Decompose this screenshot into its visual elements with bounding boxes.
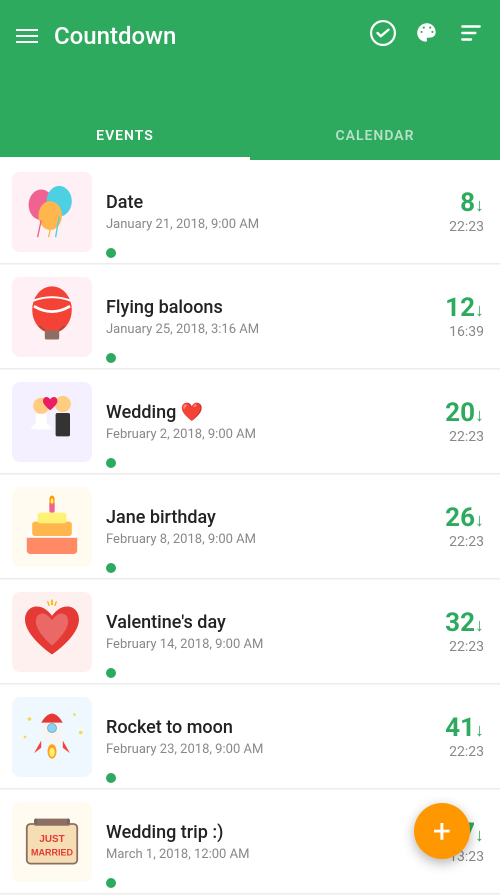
event-dot xyxy=(106,248,116,258)
countdown-time: 22:23 xyxy=(449,534,484,550)
event-info: Rocket to moon February 23, 2018, 9:00 A… xyxy=(106,717,414,757)
svg-text:MARRIED: MARRIED xyxy=(31,848,73,858)
hamburger-menu-icon[interactable] xyxy=(16,29,38,43)
event-dot xyxy=(106,458,116,468)
countdown-time: 22:23 xyxy=(449,219,484,235)
list-item[interactable]: Rocket to moon February 23, 2018, 9:00 A… xyxy=(0,685,500,789)
event-name: Wedding trip :) xyxy=(106,822,414,843)
event-dot xyxy=(106,353,116,363)
event-name: Jane birthday xyxy=(106,507,414,528)
event-thumbnail: JUST MARRIED xyxy=(12,802,92,882)
event-date: February 8, 2018, 9:00 AM xyxy=(106,532,414,547)
event-thumbnail xyxy=(12,277,92,357)
countdown-days: 8↓ xyxy=(460,189,484,218)
event-thumbnail xyxy=(12,382,92,462)
event-thumbnail xyxy=(12,487,92,567)
event-countdown: 8↓ 22:23 xyxy=(414,189,484,236)
event-date: February 14, 2018, 9:00 AM xyxy=(106,637,414,652)
event-countdown: 20↓ 22:23 xyxy=(414,399,484,446)
countdown-time: 16:39 xyxy=(449,324,484,340)
event-date: January 25, 2018, 3:16 AM xyxy=(106,322,414,337)
countdown-days: 26↓ xyxy=(445,504,484,533)
event-name: Rocket to moon xyxy=(106,717,414,738)
countdown-days: 41↓ xyxy=(445,714,484,743)
event-dot xyxy=(106,878,116,888)
event-dot xyxy=(106,773,116,783)
event-thumbnail xyxy=(12,172,92,252)
event-countdown: 12↓ 16:39 xyxy=(414,294,484,341)
event-name: Wedding ❤️ xyxy=(106,402,414,423)
list-item[interactable]: Jane birthday February 8, 2018, 9:00 AM … xyxy=(0,475,500,579)
countdown-time: 22:23 xyxy=(449,429,484,445)
check-icon[interactable] xyxy=(370,20,396,52)
event-info: Wedding ❤️ February 2, 2018, 9:00 AM xyxy=(106,402,414,442)
event-info: Jane birthday February 8, 2018, 9:00 AM xyxy=(106,507,414,547)
list-item[interactable]: Flying baloons January 25, 2018, 3:16 AM… xyxy=(0,265,500,369)
header-actions xyxy=(370,20,484,52)
tab-calendar[interactable]: CALENDAR xyxy=(250,112,500,160)
event-info: Wedding trip :) March 1, 2018, 12:00 AM xyxy=(106,822,414,862)
event-name: Date xyxy=(106,192,414,213)
countdown-time: 22:23 xyxy=(449,744,484,760)
event-list: Date January 21, 2018, 9:00 AM 8↓ 22:23 … xyxy=(0,160,500,894)
countdown-days: 32↓ xyxy=(445,609,484,638)
list-item[interactable]: Valentine's day February 14, 2018, 9:00 … xyxy=(0,580,500,684)
tab-events[interactable]: EVENTS xyxy=(0,112,250,160)
event-date: January 21, 2018, 9:00 AM xyxy=(106,217,414,232)
event-info: Valentine's day February 14, 2018, 9:00 … xyxy=(106,612,414,652)
event-name: Flying baloons xyxy=(106,297,414,318)
event-dot xyxy=(106,668,116,678)
tab-bar: EVENTS CALENDAR xyxy=(0,112,500,160)
countdown-days: 12↓ xyxy=(445,294,484,323)
app-title: Countdown xyxy=(54,22,354,50)
event-info: Date January 21, 2018, 9:00 AM xyxy=(106,192,414,232)
event-countdown: 26↓ 22:23 xyxy=(414,504,484,551)
palette-icon[interactable] xyxy=(414,20,440,52)
event-countdown: 32↓ 22:23 xyxy=(414,609,484,656)
add-event-button[interactable]: + xyxy=(414,803,470,859)
event-info: Flying baloons January 25, 2018, 3:16 AM xyxy=(106,297,414,337)
event-date: March 1, 2018, 12:00 AM xyxy=(106,847,414,862)
event-name: Valentine's day xyxy=(106,612,414,633)
event-countdown: 41↓ 22:23 xyxy=(414,714,484,761)
app-header: Countdown xyxy=(0,0,500,112)
svg-text:JUST: JUST xyxy=(39,834,64,845)
event-thumbnail xyxy=(12,697,92,777)
list-item[interactable]: Date January 21, 2018, 9:00 AM 8↓ 22:23 xyxy=(0,160,500,264)
countdown-time: 22:23 xyxy=(449,639,484,655)
event-dot xyxy=(106,563,116,573)
event-date: February 23, 2018, 9:00 AM xyxy=(106,742,414,757)
countdown-days: 20↓ xyxy=(445,399,484,428)
sort-icon[interactable] xyxy=(458,20,484,52)
list-item[interactable]: Wedding ❤️ February 2, 2018, 9:00 AM 20↓… xyxy=(0,370,500,474)
event-thumbnail xyxy=(12,592,92,672)
event-date: February 2, 2018, 9:00 AM xyxy=(106,427,414,442)
